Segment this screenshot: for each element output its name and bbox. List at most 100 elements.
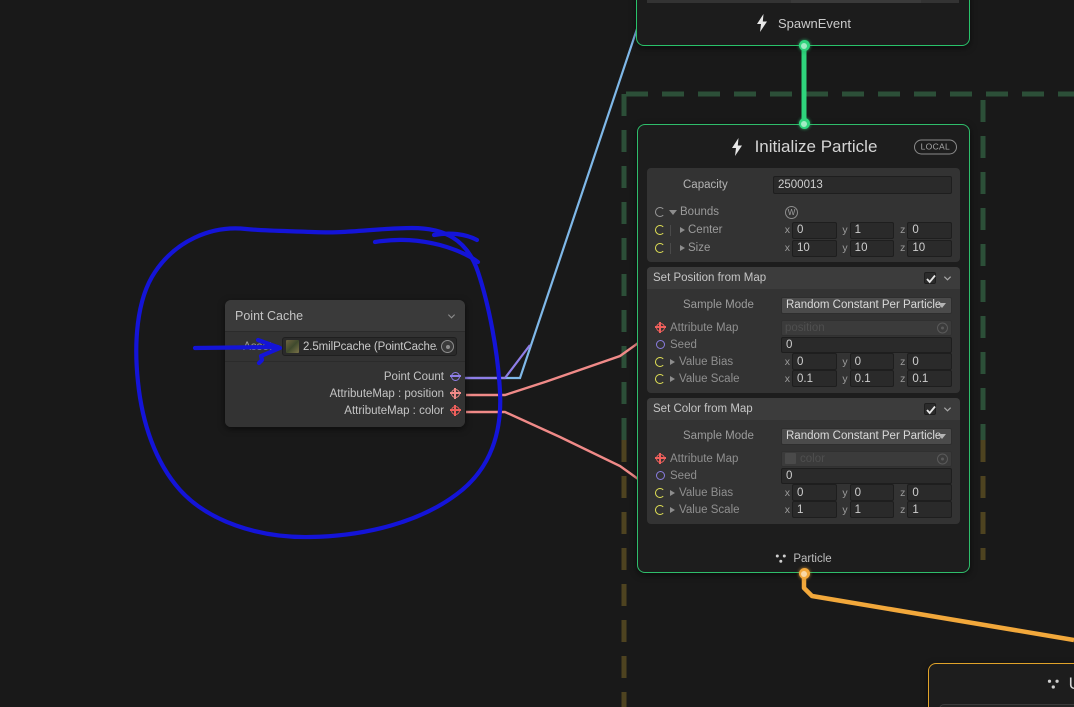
point-cache-header[interactable]: Point Cache [225,300,465,331]
value-scale-row[interactable]: Value Scale x 1 y 1 z 1 [655,501,952,518]
attribute-map-port[interactable] [655,453,666,464]
attributemap-position-output-port[interactable] [450,388,461,399]
bounds-space-badge[interactable]: W [785,206,798,219]
chevron-down-icon[interactable] [943,405,952,414]
seed-input[interactable]: 0 [781,337,952,353]
spawn-context-footer[interactable]: SpawnEvent [637,1,969,45]
axis-x-label: x [781,487,790,499]
value-bias-row[interactable]: Value Bias x 0 y 0 z 0 [655,353,952,370]
sample-mode-label: Sample Mode [655,430,781,442]
value-scale-y-input[interactable]: 0.1 [850,370,895,387]
object-picker-icon[interactable] [937,322,948,333]
bounds-row[interactable]: Bounds W [655,203,952,221]
update-particle-context[interactable]: Upda Press spac [928,663,1074,707]
object-picker-icon[interactable] [937,453,948,464]
value-bias-x-input[interactable]: 0 [792,353,837,370]
seed-input[interactable]: 0 [781,468,952,484]
value-scale-port[interactable] [655,505,665,515]
seed-row[interactable]: Seed 0 [655,467,952,484]
bounds-center-row[interactable]: Center x 0 y 1 z 0 [655,221,952,239]
seed-row[interactable]: Seed 0 [655,336,952,353]
axis-y-label: y [839,224,848,236]
point-cache-node[interactable]: Point Cache Asset 2.5milPcache (PointCac… [225,300,465,427]
bounds-anchor-icon[interactable] [655,207,665,217]
object-picker-icon[interactable] [441,340,454,353]
value-scale-z-input[interactable]: 1 [907,501,952,518]
initialize-particle-context[interactable]: Initialize Particle LOCAL Capacity 25000… [637,124,970,573]
seed-port[interactable] [655,339,666,350]
chevron-right-icon[interactable] [670,490,675,496]
value-scale-x-input[interactable]: 0.1 [792,370,837,387]
value-scale-y-input[interactable]: 1 [850,501,895,518]
chevron-down-icon[interactable] [943,274,952,283]
value-bias-z-input[interactable]: 0 [907,353,952,370]
center-anchor-icon[interactable] [655,225,665,235]
set-color-from-map-block[interactable]: Set Color from Map Sample Mode Ran [647,398,960,524]
sample-mode-row[interactable]: Sample Mode Random Constant Per Particle [655,425,952,447]
output-row[interactable]: Point Count [225,368,465,385]
center-x-input[interactable]: 0 [792,222,837,239]
value-scale-z-input[interactable]: 0.1 [907,370,952,387]
attribute-map-input[interactable]: position [781,320,952,336]
center-z-input[interactable]: 0 [907,222,952,239]
value-bias-port[interactable] [655,488,665,498]
seed-port[interactable] [655,470,666,481]
value-bias-label: Value Bias [679,356,733,368]
chevron-right-icon[interactable] [680,227,685,233]
chevron-right-icon[interactable] [670,507,675,513]
initialize-input-port[interactable] [799,118,810,129]
attribute-map-value: position [785,322,825,334]
chevron-down-icon[interactable] [447,311,456,320]
attribute-map-input[interactable]: color [781,451,952,467]
attribute-map-port[interactable] [655,322,666,333]
vfx-graph-canvas[interactable]: SpawnEvent Initialize Particle LOCAL Cap… [0,0,1074,707]
set-position-from-map-block[interactable]: Set Position from Map Sample Mode [647,267,960,393]
asset-row[interactable]: Asset 2.5milPcache (PointCacheAss [225,331,465,362]
attribute-map-row[interactable]: Attribute Map color [655,450,952,467]
chevron-right-icon[interactable] [670,359,675,365]
set-position-block-header[interactable]: Set Position from Map [647,267,960,289]
bounds-size-row[interactable]: Size x 10 y 10 z 10 [655,239,952,257]
output-row[interactable]: AttributeMap : position [225,385,465,402]
value-bias-port[interactable] [655,357,665,367]
value-scale-row[interactable]: Value Scale x 0.1 y 0.1 z 0.1 [655,370,952,387]
sample-mode-dropdown[interactable]: Random Constant Per Particle [781,428,952,445]
output-row[interactable]: AttributeMap : color [225,402,465,419]
edge-attributemap-position [466,336,660,395]
chevron-down-icon[interactable] [669,210,677,215]
axis-x-label: x [781,356,790,368]
axis-z-label: z [896,487,905,499]
chevron-right-icon[interactable] [670,376,675,382]
sample-mode-row[interactable]: Sample Mode Random Constant Per Particle [655,294,952,316]
edge-particle-to-update [804,573,1074,640]
enable-checkbox[interactable] [924,403,936,415]
size-label: Size [688,242,710,254]
chevron-right-icon[interactable] [680,245,685,251]
value-bias-row[interactable]: Value Bias x 0 y 0 z 0 [655,484,952,501]
sample-mode-dropdown[interactable]: Random Constant Per Particle [781,297,952,314]
value-bias-x-input[interactable]: 0 [792,484,837,501]
enable-checkbox[interactable] [924,272,936,284]
size-z-input[interactable]: 10 [907,240,952,257]
value-bias-y-input[interactable]: 0 [850,353,895,370]
capacity-input[interactable]: 2500013 [773,176,952,194]
spawn-output-port[interactable] [799,40,810,51]
size-anchor-icon[interactable] [655,243,665,253]
value-scale-x-input[interactable]: 1 [792,501,837,518]
attribute-map-row[interactable]: Attribute Map position [655,319,952,336]
center-y-input[interactable]: 1 [850,222,895,239]
value-bias-y-input[interactable]: 0 [850,484,895,501]
initialize-output-port[interactable] [799,568,810,579]
asset-input[interactable]: 2.5milPcache (PointCacheAss [282,337,457,356]
size-y-input[interactable]: 10 [850,240,895,257]
check-icon [926,405,936,415]
edge-attributemap-color [466,412,660,484]
attributemap-color-output-port[interactable] [450,405,461,416]
size-x-input[interactable]: 10 [792,240,837,257]
axis-x-label: x [781,242,790,254]
value-scale-port[interactable] [655,374,665,384]
point-count-output-port[interactable] [450,371,461,382]
point-cache-body: Asset 2.5milPcache (PointCacheAss Point … [225,331,465,427]
set-color-block-header[interactable]: Set Color from Map [647,398,960,420]
value-bias-z-input[interactable]: 0 [907,484,952,501]
